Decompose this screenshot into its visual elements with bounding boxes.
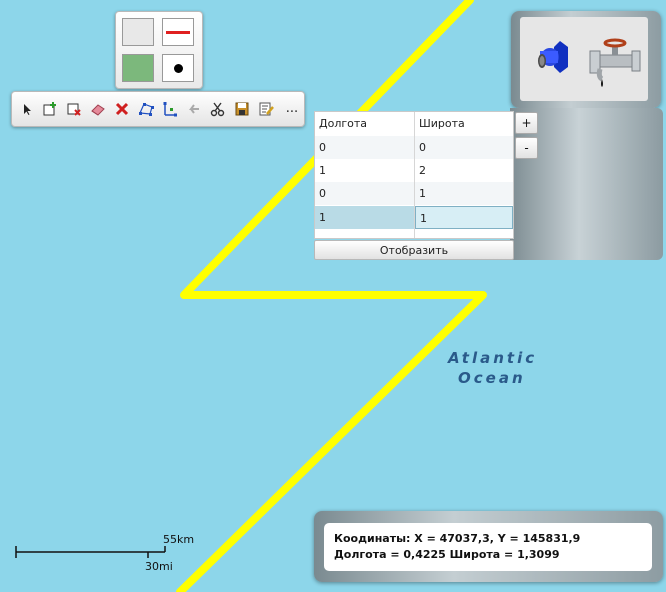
cell-longitude[interactable]: 0 xyxy=(315,136,414,159)
remove-row-button[interactable]: - xyxy=(515,137,538,159)
delete-shape-icon[interactable] xyxy=(65,100,83,118)
coordinates-grid[interactable]: Долгота Широта 0 0 1 2 0 1 1 1 xyxy=(314,111,514,239)
cell-longitude[interactable]: 1 xyxy=(315,206,414,229)
geographic-coordinates-readout: Долгота = 0,4225 Широта = 1,3099 xyxy=(334,548,560,561)
edit-document-icon[interactable] xyxy=(257,100,275,118)
scissors-icon[interactable] xyxy=(209,100,227,118)
cell-longitude[interactable]: 1 xyxy=(315,159,414,182)
ocean-label-line1: Atlantic xyxy=(448,349,538,367)
scale-bar xyxy=(15,546,166,558)
undo-arrow-icon[interactable] xyxy=(185,100,203,118)
scale-km-label: 55km xyxy=(163,533,195,546)
cell-latitude-active[interactable]: 1 xyxy=(415,206,513,229)
cell-latitude[interactable]: 0 xyxy=(415,136,513,159)
edit-points-icon[interactable] xyxy=(161,100,179,118)
fill-color-swatch[interactable] xyxy=(122,54,154,82)
ocean-label: Atlantic Ocean xyxy=(448,348,537,388)
add-shape-icon[interactable] xyxy=(41,100,59,118)
line-color-sample xyxy=(166,31,190,34)
select-arrow-icon[interactable] xyxy=(18,100,36,118)
pipe-faucet-icon xyxy=(589,38,641,87)
header-longitude[interactable]: Долгота xyxy=(315,112,414,135)
save-icon[interactable] xyxy=(233,100,251,118)
style-palette xyxy=(115,11,203,89)
line-color-swatch[interactable] xyxy=(162,18,194,46)
valve-icon xyxy=(538,41,568,73)
add-row-button[interactable]: + xyxy=(515,112,538,134)
header-latitude[interactable]: Широта xyxy=(415,112,513,135)
delete-x-icon[interactable] xyxy=(113,100,131,118)
edit-vertices-icon[interactable] xyxy=(137,100,155,118)
logo-graphic xyxy=(538,38,641,87)
drawing-toolbar: ... xyxy=(11,91,305,127)
cell-latitude[interactable]: 1 xyxy=(415,182,513,205)
point-style-swatch[interactable] xyxy=(162,54,194,82)
ocean-label-line2: Ocean xyxy=(458,369,526,387)
display-button[interactable]: Отобразить xyxy=(314,240,514,260)
readout-panel: Коодинаты: X = 47037,3, Y = 145831,9 Дол… xyxy=(314,511,663,582)
column-separator xyxy=(414,112,415,238)
cell-longitude[interactable]: 0 xyxy=(315,182,414,205)
logo-panel xyxy=(511,11,661,108)
drawn-polyline[interactable] xyxy=(176,0,487,592)
fill-none-swatch[interactable] xyxy=(122,18,154,46)
point-dot-icon xyxy=(174,64,183,73)
more-tools-button[interactable]: ... xyxy=(283,100,301,118)
scale-mi-label: 30mi xyxy=(145,560,173,573)
readout-box: Коодинаты: X = 47037,3, Y = 145831,9 Дол… xyxy=(324,523,652,571)
logo-inner xyxy=(520,17,648,101)
eraser-icon[interactable] xyxy=(89,100,107,118)
cell-latitude[interactable]: 2 xyxy=(415,159,513,182)
projected-coordinates-readout: Коодинаты: X = 47037,3, Y = 145831,9 xyxy=(334,532,581,545)
